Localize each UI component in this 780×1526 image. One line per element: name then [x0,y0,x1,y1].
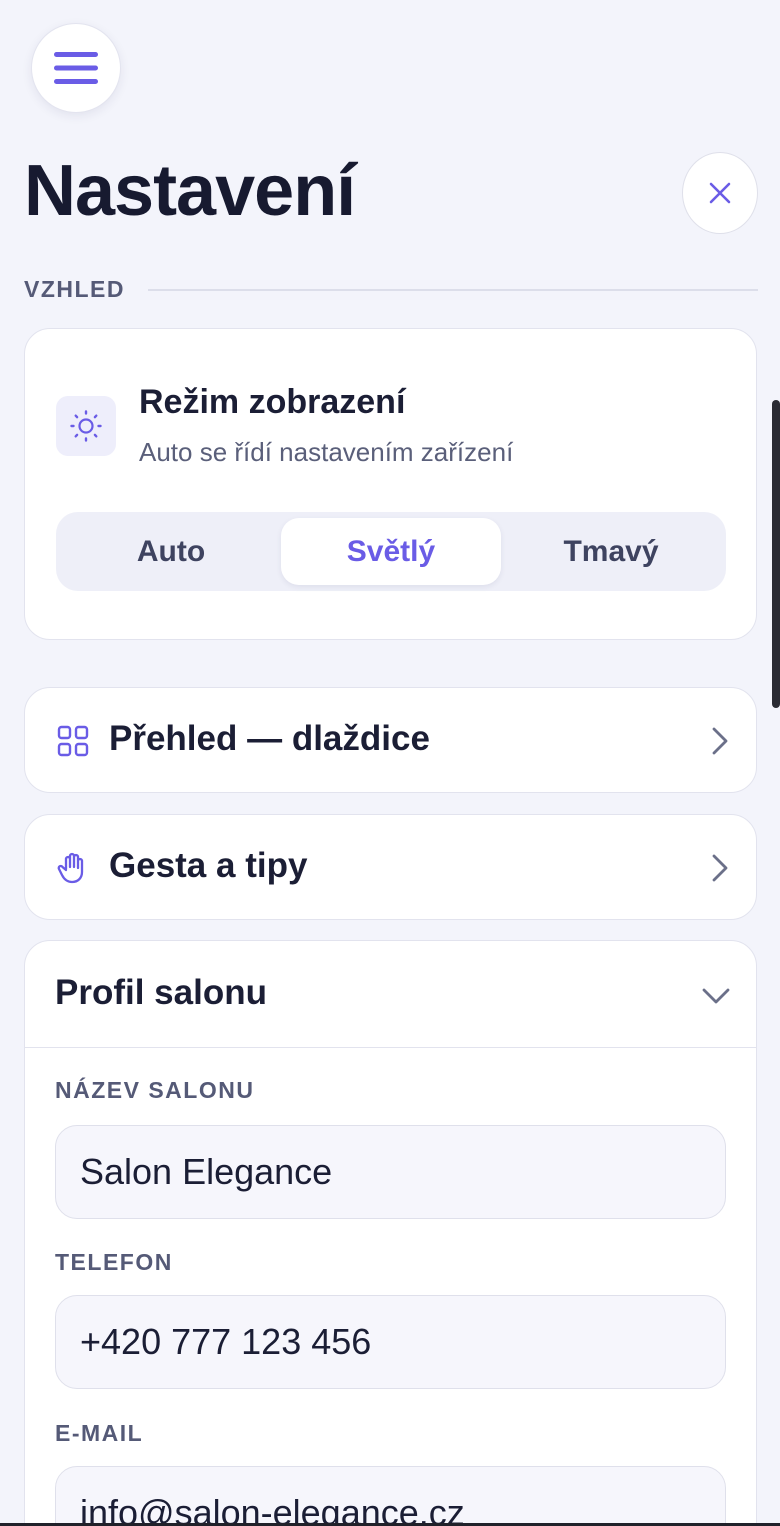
chevron-down-icon [702,988,730,1004]
close-icon [709,182,731,204]
hamburger-icon [54,52,98,84]
mode-option-light[interactable]: Světlý [281,518,501,585]
nav-item-gestures-label: Gesta a tipy [109,846,308,885]
mode-icon-tile [56,396,116,456]
mode-option-dark[interactable]: Tmavý [501,518,721,585]
settings-page: Nastavení VZHLED Režim zobrazení Auto se… [0,0,780,1526]
section-divider [148,289,758,291]
mode-option-auto[interactable]: Auto [61,518,281,585]
chevron-right-icon [712,854,728,882]
nav-item-tiles[interactable]: Přehled — dlaždice [24,687,757,793]
phone-label: TELEFON [55,1249,173,1275]
chevron-right-icon [712,727,728,755]
nav-item-tiles-label: Přehled — dlaždice [109,719,430,758]
display-mode-card: Režim zobrazení Auto se řídí nastavením … [24,328,757,640]
display-mode-segmented-control: Auto Světlý Tmavý [56,512,726,591]
nav-item-gestures[interactable]: Gesta a tipy [24,814,757,920]
section-label-appearance: VZHLED [24,276,125,302]
salon-profile-header[interactable]: Profil salonu [25,941,756,1048]
salon-name-input[interactable] [55,1125,726,1219]
page-title: Nastavení [24,151,356,231]
salon-name-label: NÁZEV SALONU [55,1077,255,1103]
close-button[interactable] [682,152,758,234]
hand-icon [57,852,84,884]
sun-icon [70,410,102,442]
menu-button[interactable] [31,23,121,113]
scrollbar-thumb[interactable] [772,400,780,708]
display-mode-title: Režim zobrazení [139,383,406,421]
grid-icon [57,725,89,757]
email-label: E-MAIL [55,1420,144,1446]
phone-input[interactable] [55,1295,726,1389]
salon-profile-card: Profil salonu NÁZEV SALONU TELEFON E-MAI… [24,940,757,1526]
salon-profile-title: Profil salonu [55,973,267,1012]
display-mode-subtitle: Auto se řídí nastavením zařízení [139,437,514,467]
email-input[interactable] [55,1466,726,1526]
